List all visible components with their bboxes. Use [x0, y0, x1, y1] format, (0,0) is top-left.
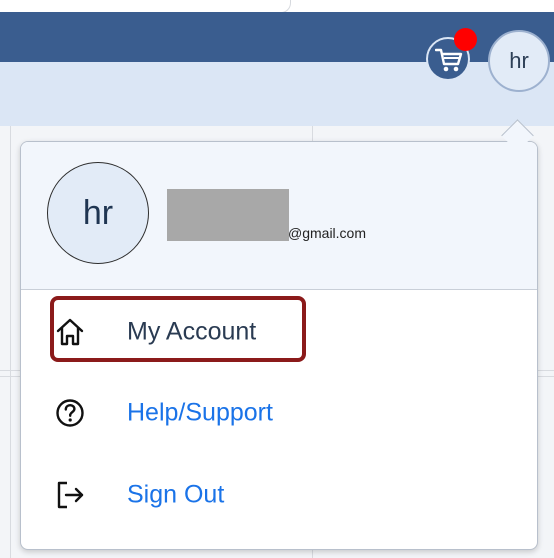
app-subheader — [0, 62, 554, 126]
profile-section: hr @gmail.com — [21, 142, 537, 290]
menu-item-help-support[interactable]: Help/Support — [21, 383, 537, 443]
browser-top-strip — [0, 0, 554, 13]
help-circle-icon — [55, 398, 85, 428]
avatar-initials: hr — [509, 48, 529, 73]
profile-avatar: hr — [47, 162, 149, 264]
cart-notification-badge — [454, 28, 477, 51]
user-avatar-button[interactable]: hr — [488, 30, 550, 92]
my-account-highlight — [50, 296, 306, 362]
email-redaction-block — [167, 189, 289, 241]
menu-item-label: Sign Out — [127, 480, 225, 509]
email-domain: @gmail.com — [288, 225, 367, 241]
menu-item-sign-out[interactable]: Sign Out — [21, 465, 537, 525]
profile-avatar-initials: hr — [82, 193, 114, 232]
menu-item-label: Help/Support — [127, 398, 273, 427]
sign-out-icon — [55, 480, 85, 510]
